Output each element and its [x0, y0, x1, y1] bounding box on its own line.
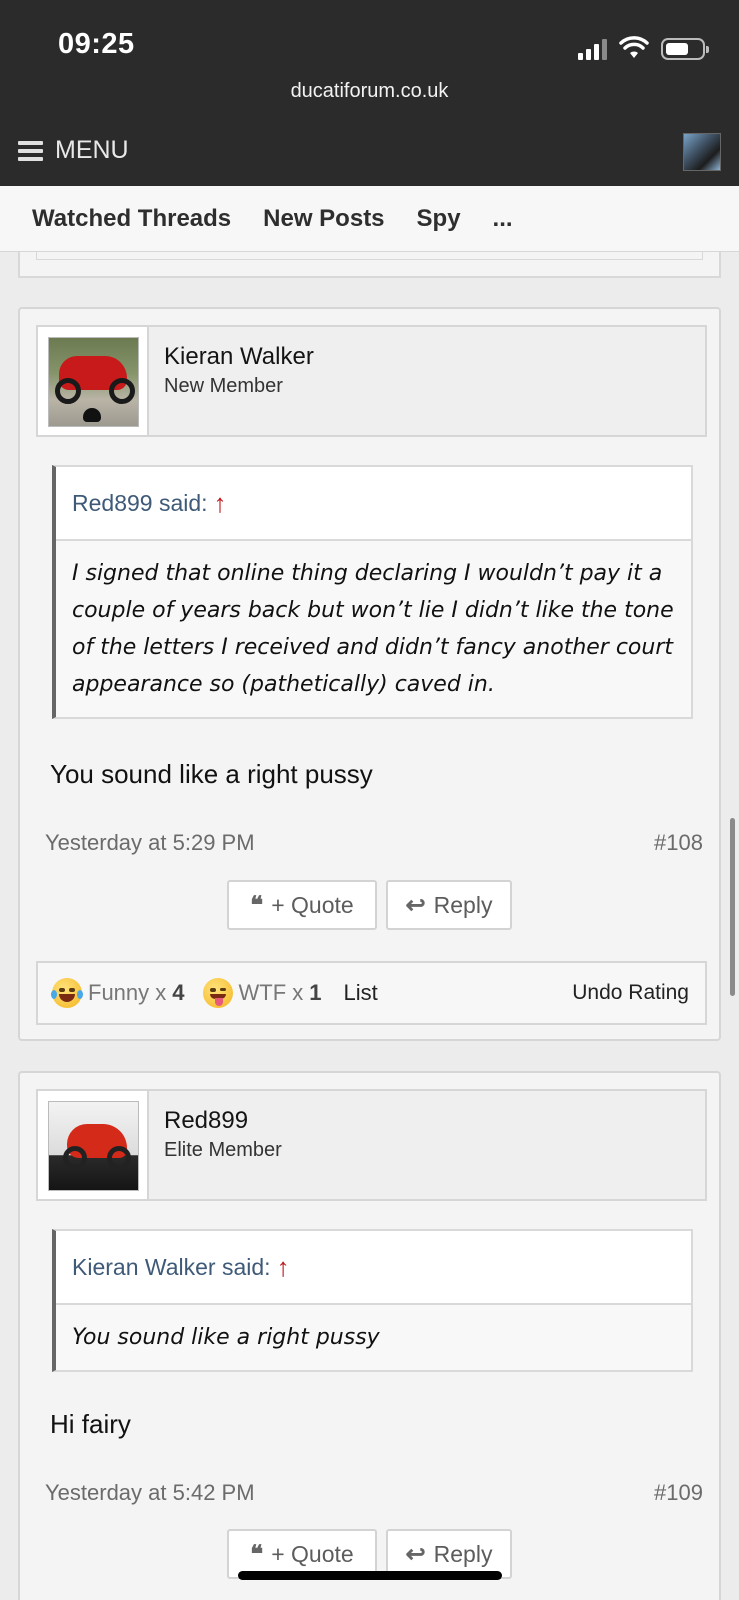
- hamburger-icon: [18, 140, 43, 161]
- post-date[interactable]: Yesterday at 5:29 PM: [45, 830, 255, 856]
- user-title: New Member: [164, 375, 283, 397]
- menu-label: MENU: [55, 136, 129, 164]
- post-user-block: Kieran Walker New Member: [36, 325, 707, 437]
- quote-button[interactable]: ❝ + Quote: [227, 880, 377, 930]
- ratings-list-link[interactable]: List: [344, 980, 378, 1006]
- post-109: Red899 Elite Member Kieran Walker said: …: [18, 1071, 721, 1600]
- rating-funny[interactable]: Funny x 4: [51, 978, 185, 1008]
- username[interactable]: Kieran Walker: [164, 343, 314, 371]
- menu-button[interactable]: MENU: [18, 136, 129, 165]
- jump-to-quote-icon[interactable]: ↑: [214, 488, 227, 519]
- quote-button-label: + Quote: [271, 891, 354, 918]
- rating-wtf-count: 1: [309, 980, 322, 1005]
- ratings-bar: Funny x 4 WTF x 1 List Undo Rating: [36, 961, 707, 1025]
- quote-icon: ❝: [250, 891, 264, 919]
- status-time: 09:25: [58, 28, 135, 60]
- post-message: You sound like a right pussy: [50, 759, 373, 789]
- post-date[interactable]: Yesterday at 5:42 PM: [45, 1480, 255, 1506]
- reply-icon: ↩: [405, 891, 426, 919]
- status-icons: [578, 34, 709, 60]
- tab-watched-threads[interactable]: Watched Threads: [32, 205, 231, 233]
- quote-icon: ❝: [250, 1540, 264, 1568]
- post-number[interactable]: #108: [654, 830, 703, 856]
- quote-button-label: + Quote: [271, 1540, 354, 1567]
- quote-block: Kieran Walker said: ↑ You sound like a r…: [52, 1229, 693, 1372]
- undo-rating-link[interactable]: Undo Rating: [572, 981, 689, 1005]
- account-avatar[interactable]: [683, 133, 721, 171]
- tab-spy[interactable]: Spy: [417, 205, 461, 233]
- top-bar: 09:25 ducatiforum.co.uk MENU: [0, 0, 739, 186]
- cellular-signal-icon: [578, 38, 607, 60]
- reply-icon: ↩: [405, 1540, 426, 1568]
- post-108: Kieran Walker New Member Red899 said: ↑ …: [18, 307, 721, 1041]
- quote-author: Red899 said:: [72, 489, 208, 516]
- post-number[interactable]: #109: [654, 1480, 703, 1506]
- url-domain[interactable]: ducatiforum.co.uk: [0, 80, 739, 103]
- reply-button-label: Reply: [433, 1540, 493, 1567]
- battery-icon: [661, 38, 709, 60]
- page-scrollbar[interactable]: [730, 818, 735, 996]
- rating-wtf-label: WTF x: [238, 980, 304, 1005]
- rating-funny-label: Funny x: [88, 980, 167, 1005]
- reply-button-label: Reply: [433, 891, 493, 918]
- avatar[interactable]: [48, 337, 139, 427]
- post-message: Hi fairy: [50, 1409, 131, 1439]
- home-indicator[interactable]: [238, 1571, 502, 1580]
- tongue-wink-emoji-icon: [202, 978, 233, 1008]
- avatar[interactable]: [48, 1101, 139, 1191]
- quote-header[interactable]: Kieran Walker said: ↑: [56, 1231, 691, 1305]
- quote-block: Red899 said: ↑ I signed that online thin…: [52, 465, 693, 719]
- tab-more[interactable]: ...: [493, 205, 513, 233]
- quote-text: I signed that online thing declaring I w…: [72, 561, 674, 697]
- quote-header[interactable]: Red899 said: ↑: [56, 467, 691, 541]
- rating-wtf[interactable]: WTF x 1: [202, 978, 322, 1008]
- jump-to-quote-icon[interactable]: ↑: [277, 1252, 290, 1283]
- quote-author: Kieran Walker said:: [72, 1253, 271, 1280]
- reply-button[interactable]: ↩ Reply: [386, 880, 512, 930]
- rating-funny-count: 4: [172, 980, 185, 1005]
- user-title: Elite Member: [164, 1139, 282, 1161]
- quote-text: You sound like a right pussy: [72, 1325, 380, 1350]
- previous-post-edge: [18, 252, 721, 278]
- wifi-icon: [619, 36, 649, 58]
- username[interactable]: Red899: [164, 1107, 248, 1135]
- post-user-block: Red899 Elite Member: [36, 1089, 707, 1201]
- laughing-emoji-icon: [51, 978, 83, 1008]
- tab-new-posts[interactable]: New Posts: [263, 205, 384, 233]
- nav-tabs: Watched Threads New Posts Spy ...: [0, 186, 739, 252]
